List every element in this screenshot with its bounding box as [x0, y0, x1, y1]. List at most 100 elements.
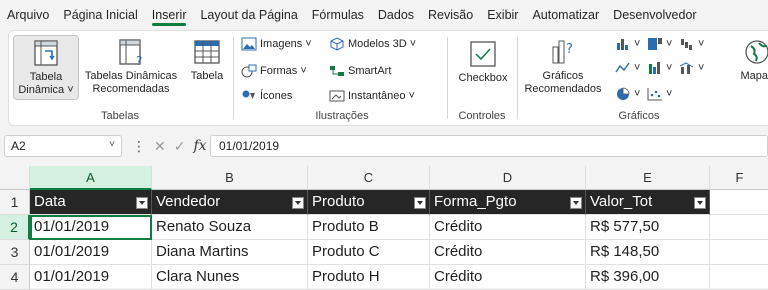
insert-function-icon[interactable]: fx	[193, 138, 206, 154]
group-label-ilustracoes: Ilustrações	[315, 110, 369, 122]
tab-pagina-inicial[interactable]: Página Inicial	[56, 0, 144, 30]
enter-icon[interactable]: ✓	[174, 138, 186, 155]
tab-formulas[interactable]: Fórmulas	[305, 0, 371, 30]
table-cell[interactable]: 01/01/2019	[30, 240, 152, 265]
column-header-c[interactable]: C	[308, 166, 430, 190]
bar-chart-button[interactable]: ˅	[647, 61, 672, 75]
column-header-b[interactable]: B	[152, 166, 308, 190]
maps-button[interactable]: Mapas	[737, 37, 768, 83]
table-cell[interactable]: R$ 396,00	[586, 265, 710, 290]
group-tabelas: Tabela Dinâmica ˅ ? Tabelas Dinâmicas Re…	[9, 31, 231, 125]
table-cell[interactable]: Crédito	[430, 215, 586, 240]
line-chart-icon	[615, 62, 630, 73]
table-header-cell[interactable]: Produto	[308, 190, 430, 215]
column-header-e[interactable]: E	[586, 166, 710, 190]
column-header-d[interactable]: D	[430, 166, 586, 190]
table-button[interactable]: Tabela	[187, 37, 227, 83]
group-controles: Checkbox Controles	[449, 31, 515, 125]
filter-dropdown-icon[interactable]	[292, 197, 304, 209]
tab-arquivo[interactable]: Arquivo	[0, 0, 56, 30]
table-cell[interactable]	[710, 240, 768, 265]
group-label-graficos: Gráficos	[618, 110, 660, 122]
smartart-icon	[330, 66, 344, 76]
smartart-button[interactable]: SmartArt	[329, 64, 391, 78]
row-header-1[interactable]: 1	[0, 190, 30, 215]
svg-text:?: ?	[566, 42, 573, 57]
filter-dropdown-icon[interactable]	[694, 197, 706, 209]
row-header-3[interactable]: 3	[0, 240, 30, 265]
ribbon-tab-bar: Arquivo Página Inicial Inserir Layout da…	[0, 0, 768, 30]
header-forma-pgto: Forma_Pgto	[434, 193, 517, 210]
tab-dados[interactable]: Dados	[371, 0, 421, 30]
table-cell[interactable]	[710, 265, 768, 290]
tab-layout-da-pagina[interactable]: Layout da Página	[193, 0, 304, 30]
shapes-button[interactable]: Formas ˅	[241, 64, 307, 78]
smartart-label: SmartArt	[348, 65, 392, 77]
table-header-cell[interactable]: Data	[30, 190, 152, 215]
line-chart-button[interactable]: ˅	[615, 61, 640, 75]
chevron-down-icon[interactable]: ˅	[109, 139, 115, 150]
screenshot-icon	[329, 90, 345, 102]
scatter-chart-button[interactable]: ˅	[647, 87, 672, 101]
waterfall-chart-icon	[681, 39, 692, 50]
tab-revisao[interactable]: Revisão	[421, 0, 480, 30]
table-cell[interactable]: Crédito	[430, 265, 586, 290]
checkbox-label: Checkbox	[458, 72, 508, 84]
group-label-controles: Controles	[458, 110, 506, 122]
table-cell[interactable]: R$ 148,50	[586, 240, 710, 265]
group-graficos: ? Gráficos Recomendados ˅ ˅ ˅ ˅ ˅ ˅ ˅ ˅	[519, 31, 768, 125]
models-3d-button[interactable]: Modelos 3D ˅	[329, 37, 416, 51]
pivot-table-button[interactable]: Tabela Dinâmica ˅	[13, 35, 79, 100]
table-cell-active[interactable]: 01/01/2019	[30, 215, 152, 240]
row-header-4[interactable]: 4	[0, 265, 30, 290]
cancel-icon[interactable]: ✕	[154, 138, 166, 155]
filter-dropdown-icon[interactable]	[136, 197, 148, 209]
table-cell[interactable]	[710, 190, 768, 215]
filter-dropdown-icon[interactable]	[570, 197, 582, 209]
more-options-icon[interactable]: ⋮	[132, 138, 146, 155]
hierarchy-chart-button[interactable]: ˅	[647, 37, 672, 51]
select-all-corner[interactable]	[0, 166, 30, 190]
table-cell[interactable]: Produto H	[308, 265, 430, 290]
header-vendedor: Vendedor	[156, 193, 221, 210]
table-cell[interactable]: Crédito	[430, 240, 586, 265]
table-cell[interactable]: Produto C	[308, 240, 430, 265]
formula-input[interactable]: 01/01/2019	[210, 135, 768, 157]
filter-dropdown-icon[interactable]	[414, 197, 426, 209]
column-chart-button[interactable]: ˅	[615, 37, 640, 51]
name-box[interactable]: A2 ˅	[4, 135, 122, 157]
table-cell[interactable]	[710, 215, 768, 240]
pie-chart-icon	[617, 87, 630, 100]
recommended-pivots-button[interactable]: ? Tabelas Dinâmicas Recomendadas	[81, 37, 181, 96]
table-cell[interactable]: R$ 577,50	[586, 215, 710, 240]
combo-chart-button[interactable]: ˅	[679, 61, 704, 75]
images-button[interactable]: Imagens ˅	[241, 37, 312, 51]
pivot-table-icon	[34, 40, 58, 66]
waterfall-chart-button[interactable]: ˅	[679, 37, 704, 51]
cube-icon	[330, 37, 344, 51]
tab-inserir[interactable]: Inserir	[145, 0, 194, 30]
screenshot-label: Instantâneo ˅	[348, 90, 415, 102]
icons-button[interactable]: Ícones	[241, 89, 292, 103]
tab-exibir[interactable]: Exibir	[480, 0, 525, 30]
tab-automatizar[interactable]: Automatizar	[525, 0, 606, 30]
tab-desenvolvedor[interactable]: Desenvolvedor	[606, 0, 703, 30]
column-header-f[interactable]: F	[710, 166, 768, 190]
row-header-2[interactable]: 2	[0, 215, 30, 240]
table-label: Tabela	[190, 70, 224, 82]
table-header-cell[interactable]: Vendedor	[152, 190, 308, 215]
table-cell[interactable]: 01/01/2019	[30, 265, 152, 290]
table-cell[interactable]: Clara Nunes	[152, 265, 308, 290]
screenshot-button[interactable]: Instantâneo ˅	[329, 89, 415, 103]
table-header-cell[interactable]: Forma_Pgto	[430, 190, 586, 215]
table-cell[interactable]: Renato Souza	[152, 215, 308, 240]
recommended-charts-button[interactable]: ? Gráficos Recomendados	[523, 37, 603, 96]
pie-chart-button[interactable]: ˅	[615, 87, 640, 101]
table-cell[interactable]: Produto B	[308, 215, 430, 240]
maps-label: Mapas	[740, 70, 768, 82]
column-header-a[interactable]: A	[30, 166, 152, 190]
table-cell[interactable]: Diana Martins	[152, 240, 308, 265]
table-icon	[194, 40, 220, 64]
checkbox-button[interactable]: Checkbox	[455, 39, 511, 85]
table-header-cell[interactable]: Valor_Tot	[586, 190, 710, 215]
